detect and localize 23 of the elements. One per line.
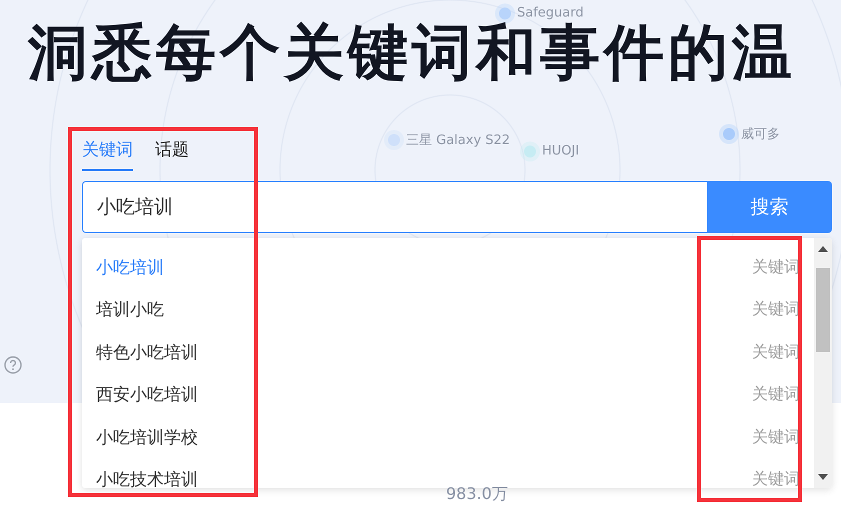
- scrollbar[interactable]: [814, 238, 832, 488]
- scroll-down-icon[interactable]: [818, 474, 828, 480]
- suggestion-item[interactable]: 特色小吃培训: [96, 340, 198, 364]
- suggestion-item[interactable]: 西安小吃培训: [96, 383, 198, 406]
- stat-value: 983.0万: [446, 484, 508, 505]
- bubble-dot: [723, 128, 735, 140]
- tab[interactable]: 话题: [155, 136, 189, 171]
- headline: 洞悉每个关键词和事件的温: [28, 22, 796, 84]
- scrollbar-thumb[interactable]: [816, 268, 830, 352]
- scroll-up-icon[interactable]: [818, 246, 828, 252]
- suggestion-item[interactable]: 小吃培训学校: [96, 426, 198, 449]
- suggestion-item[interactable]: 小吃培训: [96, 256, 164, 279]
- bubble-label: HUOJI: [542, 144, 580, 158]
- bubble-label: 三星 Galaxy S22: [406, 132, 510, 149]
- bubble-dot: [524, 145, 536, 157]
- suggestion-item[interactable]: 培训小吃: [96, 298, 164, 322]
- bubble-label: 威可多: [741, 126, 780, 143]
- bubble-dot: [388, 134, 400, 146]
- help-icon[interactable]: [4, 356, 22, 374]
- bubble-label: Safeguard: [517, 6, 584, 20]
- search-field[interactable]: 小吃培训: [82, 181, 707, 233]
- suggestion-item[interactable]: 小吃技术培训: [96, 468, 198, 488]
- bubble-dot: [499, 7, 511, 19]
